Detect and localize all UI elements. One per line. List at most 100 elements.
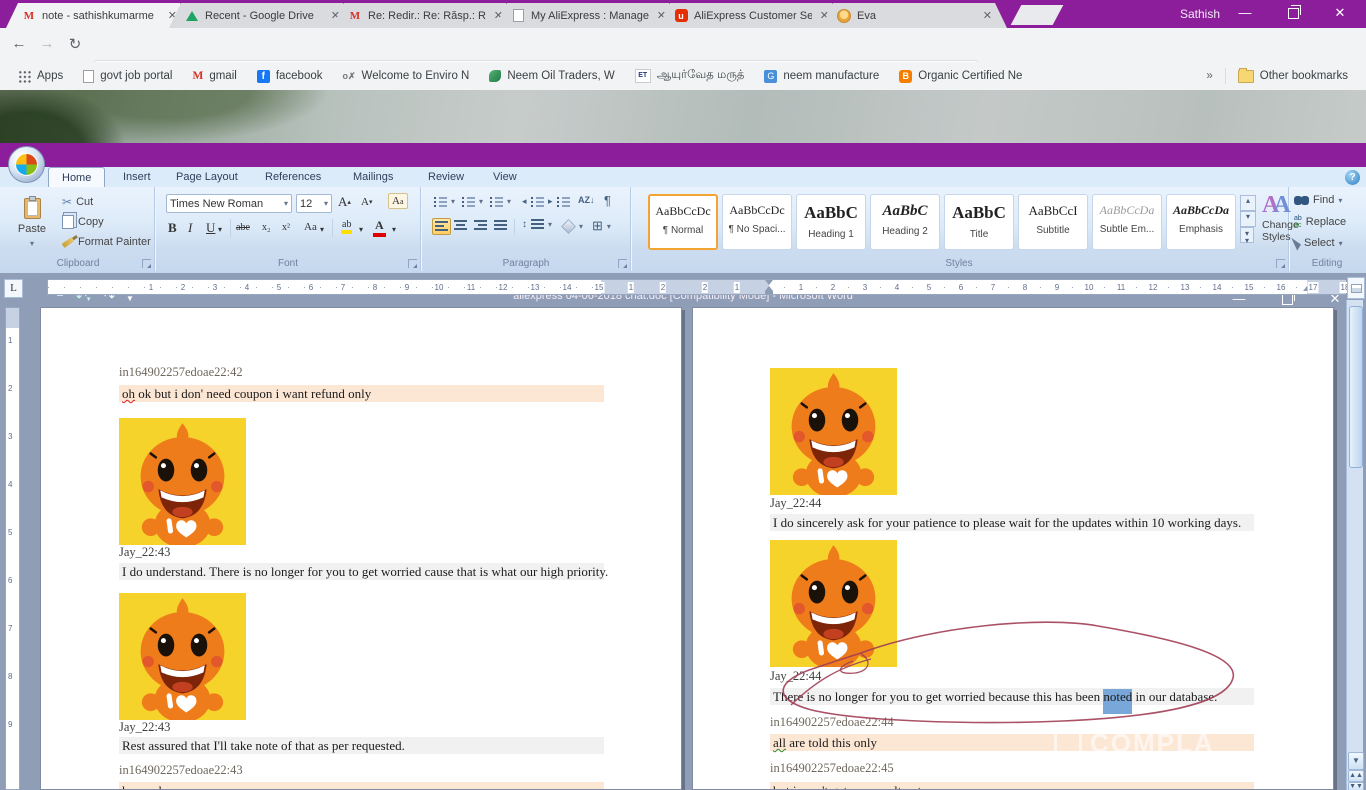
bold-button[interactable]: B	[168, 220, 177, 236]
previous-page-button[interactable]: ▲▲	[1348, 770, 1364, 782]
tab-review[interactable]: Review	[415, 167, 477, 187]
font-color-caret-icon[interactable]: ▾	[392, 225, 396, 234]
bookmark-item[interactable]: ETஆயுர்வேத மருத்	[627, 69, 753, 83]
increase-indent-button[interactable]: ▸	[548, 196, 570, 207]
paste-button[interactable]: Paste▾	[12, 193, 52, 253]
font-dialog-launcher[interactable]	[408, 259, 417, 268]
show-paragraph-marks-button[interactable]: ¶	[604, 193, 611, 208]
style-heading1[interactable]: AaBbC Heading 1	[796, 194, 866, 250]
line-spacing-button[interactable]: ↕▾	[522, 219, 552, 230]
text-highlight-button[interactable]: ab	[340, 219, 353, 235]
subscript-button[interactable]: x₂	[262, 222, 271, 233]
borders-button[interactable]: ⊞▾	[592, 218, 611, 234]
select-button[interactable]: Select▾	[1294, 236, 1343, 250]
sort-button[interactable]: AZ↓	[578, 195, 595, 205]
tab-gmail-reply[interactable]: M Re: Redir.: Re: Răsp.: Re: ✕	[332, 3, 518, 28]
vertical-scrollbar[interactable]: ▼ ▲▲ ▼▼	[1346, 300, 1363, 790]
tab-references[interactable]: References	[252, 167, 334, 187]
left-indent-marker[interactable]	[765, 291, 773, 294]
clipboard-dialog-launcher[interactable]	[142, 259, 151, 268]
profile-name[interactable]: Sathish	[1180, 7, 1220, 21]
horizontal-ruler[interactable]: 1234567891011121314151221123456789101112…	[47, 279, 1345, 295]
change-styles-button[interactable]: AA Change Styles	[1262, 193, 1286, 243]
justify-button[interactable]	[494, 220, 507, 231]
change-case-caret-icon[interactable]: ▾	[320, 225, 324, 234]
bookmark-item[interactable]: govt job portal	[75, 70, 180, 83]
multilevel-list-button[interactable]: ▾	[490, 196, 511, 207]
selected-word[interactable]: noted	[1103, 689, 1132, 704]
next-page-button[interactable]: ▼▼	[1348, 782, 1364, 790]
office-button[interactable]	[8, 146, 45, 183]
tab-page-layout[interactable]: Page Layout	[163, 167, 251, 187]
replace-button[interactable]: abacReplace	[1294, 215, 1346, 229]
new-tab-button[interactable]	[1011, 5, 1064, 25]
vertical-ruler[interactable]: 123456789	[5, 307, 20, 790]
strikethrough-button[interactable]: abe	[236, 222, 250, 233]
superscript-button[interactable]: x²	[282, 222, 290, 233]
tab-insert[interactable]: Insert	[110, 167, 164, 187]
scroll-down-button[interactable]: ▼	[1348, 752, 1364, 770]
bookmarks-overflow-chevron[interactable]: »	[1198, 70, 1220, 82]
style-subtle-emphasis[interactable]: AaBbCcDa Subtle Em...	[1092, 194, 1162, 250]
highlight-caret-icon[interactable]: ▾	[359, 225, 363, 234]
decrease-indent-button[interactable]: ◂	[522, 196, 544, 207]
underline-button[interactable]: U	[206, 220, 215, 236]
styles-scroll-up-button[interactable]: ▴	[1240, 195, 1256, 211]
back-icon[interactable]: ←	[8, 35, 30, 52]
forward-icon[interactable]: →	[36, 35, 58, 52]
paragraph-dialog-launcher[interactable]	[618, 259, 627, 268]
document-page-2[interactable]: Jay_22:44 I do sincerely ask for your pa…	[692, 307, 1334, 790]
styles-gallery-more-button[interactable]: ▾▾	[1240, 227, 1254, 243]
window-close-button[interactable]: ✕	[1323, 5, 1357, 21]
bookmark-item[interactable]: o✗Welcome to Enviro N	[335, 70, 478, 82]
tab-gmail-note[interactable]: M note - sathishkumarme ✕	[6, 3, 192, 28]
tab-mailings[interactable]: Mailings	[340, 167, 406, 187]
bookmark-item[interactable]: Neem Oil Traders, W	[481, 70, 622, 82]
ruler-toggle-button[interactable]	[1347, 277, 1365, 299]
italic-button[interactable]: I	[188, 220, 192, 236]
font-family-select[interactable]: Times New Roman▾	[166, 194, 292, 213]
shrink-font-button[interactable]: A▾	[361, 196, 372, 208]
other-bookmarks[interactable]: Other bookmarks	[1230, 70, 1356, 83]
window-minimize-button[interactable]: —	[1228, 5, 1262, 20]
style-title[interactable]: AaBbC Title	[944, 194, 1014, 250]
help-button[interactable]: ?	[1345, 170, 1360, 185]
style-normal[interactable]: AaBbCcDc ¶ Normal	[648, 194, 718, 250]
copy-button[interactable]: Copy	[62, 215, 104, 229]
tab-google-drive[interactable]: Recent - Google Drive ✕	[169, 3, 355, 28]
tab-eva[interactable]: Eva ✕	[821, 3, 1007, 28]
find-button[interactable]: Find▾	[1294, 194, 1342, 206]
word-restore-button[interactable]	[1270, 293, 1304, 308]
bookmark-item[interactable]: BOrganic Certified Ne	[891, 70, 1030, 83]
style-heading2[interactable]: AaBbC Heading 2	[870, 194, 940, 250]
font-size-select[interactable]: 12▾	[296, 194, 332, 213]
bullets-button[interactable]: ▾	[434, 196, 455, 207]
first-line-indent-marker[interactable]	[765, 280, 773, 285]
scrollbar-thumb[interactable]	[1349, 306, 1363, 468]
style-no-spacing[interactable]: AaBbCcDc ¶ No Spaci...	[722, 194, 792, 250]
bookmark-item[interactable]: Gneem manufacture	[756, 70, 887, 83]
tab-aliexpress-service[interactable]: u AliExpress Customer Se ✕	[658, 3, 844, 28]
font-color-button[interactable]: A	[372, 218, 387, 238]
shading-button[interactable]: ▾	[562, 220, 583, 233]
change-case-button[interactable]: Aa	[304, 221, 317, 233]
tab-stop-selector[interactable]: L	[4, 279, 23, 298]
document-page-1[interactable]: in164902257edoae22:42 oh ok but i don' n…	[40, 307, 682, 790]
tab-aliexpress-manage[interactable]: My AliExpress : Manage ✕	[495, 3, 681, 28]
style-emphasis[interactable]: AaBbCcDa Emphasis	[1166, 194, 1236, 250]
align-center-button[interactable]	[454, 220, 467, 231]
align-left-button[interactable]	[432, 218, 451, 235]
bookmark-apps[interactable]: Apps	[10, 70, 71, 83]
window-restore-button[interactable]	[1276, 7, 1310, 22]
tab-close-icon[interactable]: ✕	[981, 9, 992, 22]
styles-dialog-launcher[interactable]	[1276, 259, 1285, 268]
align-right-button[interactable]	[474, 220, 487, 231]
tab-home[interactable]: Home	[48, 167, 105, 188]
cut-button[interactable]: ✂Cut	[62, 195, 93, 209]
bookmark-item[interactable]: ffacebook	[249, 70, 331, 83]
grow-font-button[interactable]: A▴	[338, 194, 351, 210]
tab-view[interactable]: View	[480, 167, 530, 187]
styles-scroll-down-button[interactable]: ▾	[1240, 211, 1256, 227]
clear-formatting-button[interactable]: Aa	[388, 193, 408, 209]
underline-caret-icon[interactable]: ▾	[218, 225, 222, 234]
